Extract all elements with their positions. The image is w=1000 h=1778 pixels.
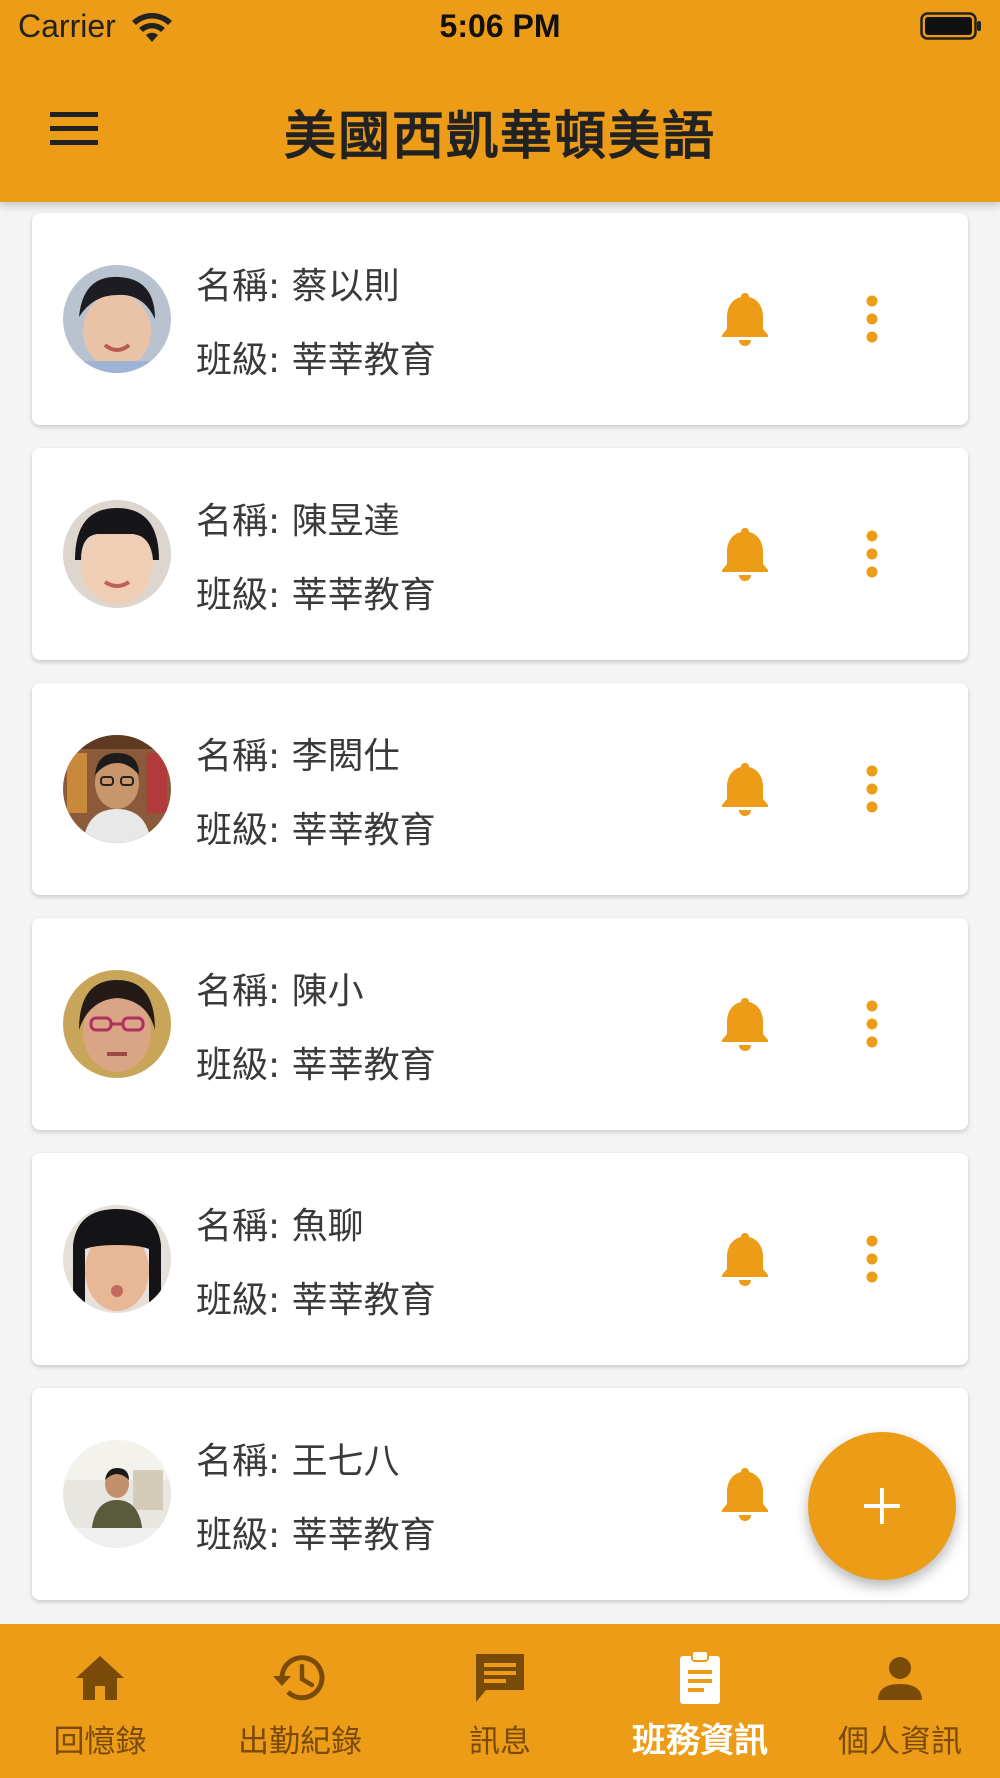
student-name: 名稱: 陳小 (196, 971, 364, 1012)
nav-item-messages[interactable]: 訊息 (400, 1624, 600, 1778)
notification-button[interactable] (715, 524, 775, 584)
student-avatar (63, 265, 171, 373)
message-icon (476, 1654, 524, 1702)
more-vert-icon (866, 1235, 878, 1283)
nav-label: 班務資訊 (632, 1721, 768, 1761)
more-options-button[interactable] (850, 524, 894, 584)
student-class: 班級: 莘莘教育 (196, 1045, 436, 1086)
student-class: 班級: 莘莘教育 (196, 1280, 436, 1321)
student-card[interactable]: 名稱: 李閎仕 班級: 莘莘教育 (32, 683, 968, 895)
notification-button[interactable] (715, 759, 775, 819)
notification-button[interactable] (715, 1229, 775, 1289)
student-name: 名稱: 魚聊 (196, 1206, 364, 1247)
student-name: 名稱: 王七八 (196, 1441, 400, 1482)
student-class: 班級: 莘莘教育 (196, 810, 436, 851)
home-icon (76, 1656, 124, 1700)
bell-icon (722, 528, 768, 581)
more-vert-icon (866, 765, 878, 813)
student-card[interactable]: 名稱: 陳小 班級: 莘莘教育 (32, 918, 968, 1130)
nav-label: 個人資訊 (838, 1724, 962, 1760)
more-vert-icon (866, 530, 878, 578)
more-options-button[interactable] (850, 289, 894, 349)
bell-icon (722, 293, 768, 346)
notification-button[interactable] (715, 994, 775, 1054)
bell-icon (722, 1468, 768, 1521)
plus-icon (864, 1488, 900, 1524)
nav-item-class-info[interactable]: 班務資訊 (600, 1624, 800, 1778)
student-avatar (63, 1440, 171, 1548)
student-avatar (63, 500, 171, 608)
more-options-button[interactable] (850, 759, 894, 819)
bell-icon (722, 763, 768, 816)
more-options-button[interactable] (850, 994, 894, 1054)
history-icon (273, 1655, 325, 1701)
student-card[interactable]: 名稱: 蔡以則 班級: 莘莘教育 (32, 213, 968, 425)
nav-label: 出勤紀錄 (238, 1724, 362, 1760)
nav-item-memories[interactable]: 回憶錄 (0, 1624, 200, 1778)
more-vert-icon (866, 295, 878, 343)
bottom-navigation: 回憶錄 出勤紀錄 訊息 班務資訊 個人資訊 (0, 1624, 1000, 1778)
notification-button[interactable] (715, 289, 775, 349)
nav-item-profile[interactable]: 個人資訊 (800, 1624, 1000, 1778)
student-list: 名稱: 蔡以則 班級: 莘莘教育 名稱: 陳昱達 班級: 莘莘教育 名稱: 李閎… (0, 202, 1000, 1624)
student-class: 班級: 莘莘教育 (196, 340, 436, 381)
more-vert-icon (866, 1000, 878, 1048)
student-class: 班級: 莘莘教育 (196, 1515, 436, 1556)
student-name: 名稱: 蔡以則 (196, 266, 400, 307)
bell-icon (722, 998, 768, 1051)
student-avatar (63, 970, 171, 1078)
nav-label: 回憶錄 (53, 1724, 147, 1760)
student-name: 名稱: 李閎仕 (196, 736, 400, 777)
nav-item-attendance[interactable]: 出勤紀錄 (200, 1624, 400, 1778)
student-card[interactable]: 名稱: 魚聊 班級: 莘莘教育 (32, 1153, 968, 1365)
battery-icon (920, 12, 981, 40)
bell-icon (722, 1233, 768, 1286)
status-time: 5:06 PM (439, 8, 561, 44)
notification-button[interactable] (715, 1464, 775, 1524)
person-icon (878, 1657, 922, 1700)
clipboard-icon (680, 1650, 720, 1704)
app-bar: Carrier 5:06 PM 美國西凱華頓美語 (0, 0, 1000, 202)
more-options-button[interactable] (850, 1229, 894, 1289)
student-card[interactable]: 名稱: 陳昱達 班級: 莘莘教育 (32, 448, 968, 660)
student-name: 名稱: 陳昱達 (196, 501, 400, 542)
nav-label: 訊息 (469, 1724, 531, 1760)
add-student-button[interactable] (808, 1432, 956, 1580)
app-title: 美國西凱華頓美語 (283, 107, 716, 167)
student-class: 班級: 莘莘教育 (196, 575, 436, 616)
student-avatar (63, 1205, 171, 1313)
student-avatar (63, 735, 171, 843)
